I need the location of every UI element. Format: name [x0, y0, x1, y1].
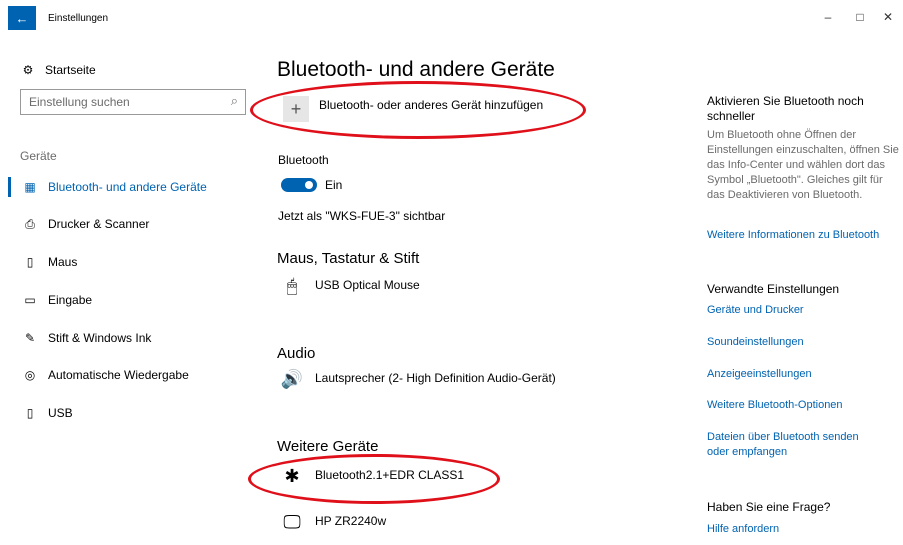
sidebar-item-printers[interactable]: ⎙ Drucker & Scanner [0, 212, 257, 236]
back-arrow-icon: ← [15, 10, 29, 26]
device-item[interactable]: 🔊 Lautsprecher (2- High Definition Audio… [277, 369, 556, 390]
monitor-icon: 🖵 [283, 512, 301, 532]
link-display-settings[interactable]: Anzeigeeinstellungen [707, 367, 902, 382]
sidebar-item-label: Eingabe [48, 293, 93, 307]
activate-text: Um Bluetooth ohne Öffnen der Einstellung… [707, 129, 899, 201]
sidebar-home[interactable]: ⚙ Startseite [21, 63, 96, 77]
bluetooth-state: Ein [325, 178, 343, 192]
title-bar: ← Einstellungen – □ ✕ [0, 0, 903, 36]
gear-icon: ⚙ [22, 63, 34, 77]
minimize-button[interactable]: – [818, 10, 838, 24]
usb-icon: ▯ [26, 406, 34, 420]
link-send-receive-files[interactable]: Dateien über Bluetooth senden oder empfa… [707, 430, 882, 460]
sidebar: ⚙ Startseite Einstellung suchen ⌕ Geräte… [0, 36, 257, 545]
autoplay-icon: ◎ [24, 368, 36, 382]
group-title-audio: Audio [277, 345, 316, 362]
devices-icon: ▦ [24, 180, 36, 194]
device-name: Lautsprecher (2- High Definition Audio-G… [315, 371, 556, 385]
maximize-button[interactable]: □ [850, 10, 870, 24]
search-input[interactable]: Einstellung suchen ⌕ [20, 89, 246, 115]
back-button[interactable]: ← [8, 6, 36, 30]
sidebar-item-label: Drucker & Scanner [48, 217, 150, 231]
section-label: Geräte [20, 149, 57, 163]
mouse-icon: ▯ [26, 255, 34, 269]
printer-icon: ⎙ [25, 216, 35, 231]
link-sound-settings[interactable]: Soundeinstellungen [707, 335, 902, 350]
speaker-icon: 🔊 [280, 369, 304, 389]
related-heading: Verwandte Einstellungen [707, 282, 840, 296]
activate-heading: Aktivieren Sie Bluetooth noch schneller [707, 94, 864, 123]
sidebar-item-mouse[interactable]: ▯ Maus [0, 250, 257, 274]
pen-icon: ✎ [24, 331, 36, 345]
device-item[interactable]: 🖵 HP ZR2240w [277, 512, 386, 533]
link-devices-printers[interactable]: Geräte und Drucker [707, 303, 902, 318]
sidebar-item-pen[interactable]: ✎ Stift & Windows Ink [0, 326, 257, 350]
keyboard-icon: ▭ [24, 293, 36, 307]
bluetooth-toggle[interactable] [281, 178, 317, 192]
sidebar-item-bluetooth[interactable]: ▦ Bluetooth- und andere Geräte [0, 175, 257, 199]
active-indicator [8, 177, 11, 197]
bluetooth-label: Bluetooth [278, 153, 329, 167]
sidebar-home-label: Startseite [45, 63, 96, 77]
window-title: Einstellungen [48, 13, 109, 24]
visibility-text: Jetzt als "WKS-FUE-3" sichtbar [278, 209, 446, 223]
close-button[interactable]: ✕ [878, 10, 898, 24]
sidebar-item-usb[interactable]: ▯ USB [0, 401, 257, 425]
sidebar-item-input[interactable]: ▭ Eingabe [0, 288, 257, 312]
sidebar-item-label: Stift & Windows Ink [48, 331, 152, 345]
sidebar-item-label: Bluetooth- und andere Geräte [48, 180, 207, 194]
group-title-other-devices: Weitere Geräte [277, 438, 379, 455]
link-more-bluetooth-options[interactable]: Weitere Bluetooth-Optionen [707, 398, 902, 413]
sidebar-item-label: Maus [48, 255, 78, 269]
group-title-input-devices: Maus, Tastatur & Stift [277, 250, 420, 267]
search-placeholder: Einstellung suchen [29, 95, 130, 109]
mouse-icon: 🖱 [286, 276, 298, 296]
highlight-oval-add [250, 81, 586, 139]
sidebar-item-label: USB [48, 406, 73, 420]
highlight-oval-device [248, 454, 500, 504]
sidebar-item-autoplay[interactable]: ◎ Automatische Wiedergabe [0, 363, 257, 387]
toggle-knob [305, 181, 313, 189]
device-name: HP ZR2240w [315, 514, 387, 528]
question-heading: Haben Sie eine Frage? [707, 500, 831, 514]
more-info-link[interactable]: Weitere Informationen zu Bluetooth [707, 228, 902, 243]
device-name: USB Optical Mouse [315, 278, 420, 292]
sidebar-item-label: Automatische Wiedergabe [48, 368, 189, 382]
help-link[interactable]: Hilfe anfordern [707, 522, 902, 537]
main-content: Bluetooth- und andere Geräte + Bluetooth… [248, 36, 677, 545]
search-icon: ⌕ [230, 93, 238, 108]
page-title: Bluetooth- und andere Geräte [277, 58, 555, 81]
device-item[interactable]: 🖱 USB Optical Mouse [277, 276, 420, 297]
info-panel: Aktivieren Sie Bluetooth noch schneller … [677, 36, 903, 545]
